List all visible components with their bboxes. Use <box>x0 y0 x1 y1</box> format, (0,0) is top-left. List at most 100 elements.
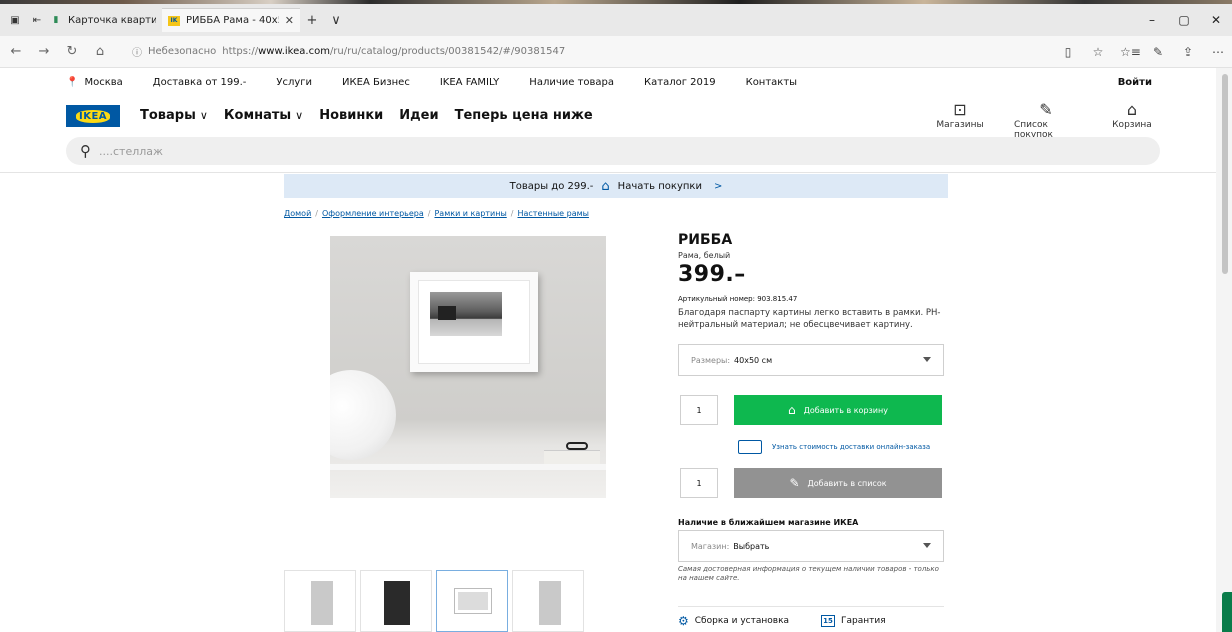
nav-link-catalog[interactable]: Каталог 2019 <box>644 77 716 88</box>
breadcrumb-home[interactable]: Домой <box>284 209 311 218</box>
stores-button[interactable]: ⊡ Магазины <box>928 100 992 140</box>
product-type: Рама, белый <box>678 251 731 260</box>
store-icon: ⊡ <box>953 100 967 119</box>
back-button[interactable]: ← <box>4 44 28 59</box>
breadcrumb-wall-frames[interactable]: Настенные рамы <box>517 209 588 218</box>
thumbnail-selected[interactable] <box>436 570 508 632</box>
share-icon[interactable]: ⇪ <box>1180 45 1196 59</box>
chevron-down-icon: ∨ <box>199 109 208 122</box>
maximize-button[interactable]: ▢ <box>1168 4 1200 36</box>
chevron-right-icon: > <box>713 180 723 192</box>
set-aside-tabs-icon[interactable]: ⇤ <box>30 14 44 26</box>
tab-apartment-card[interactable]: ▮ Карточка квартиры №1721 <box>44 8 162 32</box>
product-main-image[interactable] <box>330 236 606 498</box>
cart-button[interactable]: ⌂ Корзина <box>1100 100 1164 140</box>
favorite-star-icon[interactable]: ☆ <box>1090 45 1106 59</box>
tab-close-icon[interactable]: ✕ <box>285 14 294 27</box>
store-note: Самая достоверная информация о текущем н… <box>678 565 939 582</box>
promo-text: Товары до 299.- <box>509 180 594 192</box>
search-placeholder: ....стеллаж <box>99 144 163 158</box>
menu-products[interactable]: Товары ∨ <box>140 108 208 123</box>
list-quantity-input[interactable]: 1 <box>680 468 718 498</box>
assembly-icon: ⚙ <box>678 614 689 628</box>
shelf-illustration <box>330 464 606 470</box>
nav-link-contacts[interactable]: Контакты <box>746 77 797 88</box>
menu-lower-price[interactable]: Теперь цена ниже <box>455 108 593 123</box>
breadcrumb-frames[interactable]: Рамки и картины <box>434 209 506 218</box>
thumb-image <box>539 581 561 625</box>
close-window-button[interactable]: ✕ <box>1200 4 1232 36</box>
frame-photo <box>430 292 502 336</box>
add-to-cart-label: Добавить в корзину <box>803 405 888 415</box>
tab-ribba-frame[interactable]: IK РИББА Рама - 40x50 см ✕ <box>162 8 300 32</box>
window-controls: – ▢ ✕ <box>1136 4 1232 36</box>
browser-toolbar: ▯ ☆ ☆≡ ✎ ⇪ ⋯ <box>1060 36 1226 68</box>
basket-icon: ⌂ <box>601 178 610 194</box>
menu-new[interactable]: Новинки <box>319 108 383 123</box>
tab-actions-icon[interactable]: ▣ <box>8 14 22 26</box>
new-tab-button[interactable]: + <box>300 13 324 28</box>
nav-link-delivery[interactable]: Доставка от 199.- <box>153 77 247 88</box>
ikea-logo[interactable]: IKEA <box>66 105 120 127</box>
minimize-button[interactable]: – <box>1136 4 1168 36</box>
search-input[interactable]: ⚲ ....стеллаж <box>66 137 1160 165</box>
forward-button[interactable]: → <box>32 44 56 59</box>
assembly-link[interactable]: ⚙ Сборка и установка <box>678 614 789 628</box>
menu-ideas[interactable]: Идеи <box>399 108 438 123</box>
size-select[interactable]: Размеры: 40x50 см <box>678 344 944 376</box>
product-info: РИББА Рама, белый 399.– Артикульный номе… <box>678 232 944 331</box>
url-field[interactable]: ⓘ Небезопасно https://www.ikea.com/ru/ru… <box>132 44 1032 59</box>
stores-label: Магазины <box>936 120 984 130</box>
thumbnail-strip <box>284 570 584 632</box>
shopping-list-button[interactable]: ✎ Список покупок <box>1014 100 1078 140</box>
add-to-cart-button[interactable]: ⌂ Добавить в корзину <box>734 395 942 425</box>
nav-link-family[interactable]: IKEA FAMILY <box>440 77 499 88</box>
info-icon[interactable]: ⓘ <box>132 44 142 59</box>
nav-link-services[interactable]: Услуги <box>276 77 312 88</box>
store-availability-title: Наличие в ближайшем магазине ИКЕА <box>678 518 859 527</box>
delivery-cost-link[interactable]: Узнать стоимость доставки онлайн-заказа <box>738 440 930 454</box>
menu-rooms[interactable]: Комнаты ∨ <box>224 108 303 123</box>
assembly-label: Сборка и установка <box>694 616 790 626</box>
promo-cta: Начать покупки <box>617 180 702 192</box>
promo-banner[interactable]: Товары до 299.- ⌂ Начать покупки > <box>284 174 948 198</box>
size-label: Размеры: <box>691 355 731 365</box>
nav-link-business[interactable]: ИКЕА Бизнес <box>342 77 410 88</box>
frame-illustration <box>410 272 538 372</box>
tab-menu-chevron-icon[interactable]: ∨ <box>324 13 348 28</box>
add-to-list-button[interactable]: ✎ Добавить в список <box>734 468 942 498</box>
cart-quantity-input[interactable]: 1 <box>680 395 718 425</box>
favorites-hub-icon[interactable]: ☆≡ <box>1120 45 1141 59</box>
url-path: /ru/ru/catalog/products/00381542/#/90381… <box>329 46 566 57</box>
reading-view-icon[interactable]: ▯ <box>1060 45 1076 59</box>
header-divider <box>0 172 1216 173</box>
delivery-link-label: Узнать стоимость доставки онлайн-заказа <box>772 443 931 451</box>
browser-tab-bar: ▣ ⇤ ▮ Карточка квартиры №1721 IK РИББА Р… <box>0 4 1232 36</box>
location-pin-icon: 📍 <box>66 76 79 88</box>
breadcrumb-interior[interactable]: Оформление интерьера <box>322 209 424 218</box>
product-description: Благодаря паспарту картины легко вставит… <box>678 308 941 330</box>
cart-icon: ⌂ <box>1126 100 1138 119</box>
nav-link-stock[interactable]: Наличие товара <box>529 77 614 88</box>
warranty-link[interactable]: 15 Гарантия <box>821 615 886 627</box>
favicon-icon: ▮ <box>53 15 59 25</box>
security-label: Небезопасно <box>148 46 217 57</box>
login-link[interactable]: Войти <box>1118 77 1152 88</box>
chevron-down-icon: ∨ <box>295 109 304 122</box>
cart-icon: ⌂ <box>788 403 796 417</box>
scrollbar-thumb[interactable] <box>1222 74 1228 274</box>
breadcrumb: Домой / Оформление интерьера / Рамки и кар… <box>284 209 589 218</box>
corner-widget[interactable] <box>1222 592 1232 632</box>
more-menu-icon[interactable]: ⋯ <box>1210 45 1226 59</box>
thumbnail[interactable] <box>512 570 584 632</box>
thumbnail[interactable] <box>360 570 432 632</box>
refresh-button[interactable]: ↻ <box>60 44 84 59</box>
features-divider <box>678 606 944 607</box>
chevron-down-icon <box>923 357 931 362</box>
notes-pen-icon[interactable]: ✎ <box>1150 45 1166 59</box>
home-button[interactable]: ⌂ <box>88 44 112 59</box>
location-selector[interactable]: 📍 Москва <box>66 77 123 88</box>
thumb-image <box>311 581 333 625</box>
thumbnail[interactable] <box>284 570 356 632</box>
store-select[interactable]: Магазин: Выбрать <box>678 530 944 562</box>
